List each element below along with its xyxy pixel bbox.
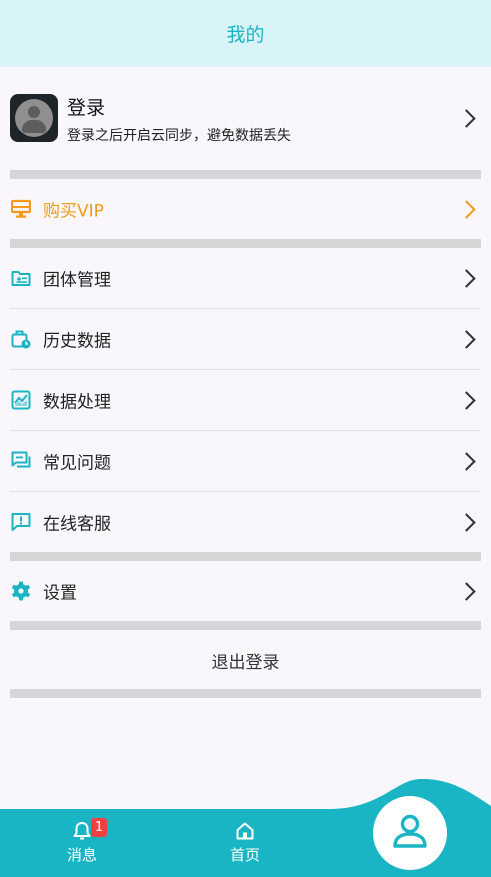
menu-item-history[interactable]: 历史数据 [0, 309, 491, 369]
login-row[interactable]: 登录 登录之后开启云同步，避免数据丢失 [0, 67, 491, 167]
tab-messages-label: 消息 [66, 846, 97, 864]
menu-item-vip[interactable]: 购买VIP [0, 179, 491, 239]
login-title: 登录 [67, 97, 106, 119]
gear-icon [12, 581, 30, 601]
user-icon [393, 814, 427, 848]
chevron-right-icon [457, 269, 476, 288]
home-icon [236, 822, 254, 840]
menu-item-processing[interactable]: 数据处理 [0, 370, 491, 430]
section-separator [10, 689, 481, 698]
menu-label-support: 在线客服 [43, 514, 111, 535]
bell-icon [73, 822, 91, 840]
chevron-right-icon [457, 582, 476, 601]
section-separator [10, 621, 481, 630]
chevron-right-icon [457, 452, 476, 471]
menu-label-vip: 购买VIP [43, 201, 104, 222]
chevron-right-icon [457, 391, 476, 410]
folder-id-icon [11, 271, 31, 286]
bottom-tab-bar: 1 消息 首页 [0, 770, 491, 877]
avatar [10, 94, 58, 142]
monitor-icon [11, 199, 31, 218]
login-subtitle: 登录之后开启云同步，避免数据丢失 [67, 128, 291, 144]
menu-label-team: 团体管理 [43, 270, 111, 291]
message-badge: 1 [91, 818, 107, 837]
chevron-right-icon [457, 109, 476, 128]
logout-button[interactable]: 退出登录 [0, 631, 491, 689]
menu-label-history: 历史数据 [43, 331, 111, 352]
menu-item-team[interactable]: 团体管理 [0, 248, 491, 308]
menu-label-faq: 常见问题 [43, 453, 111, 474]
header-bar: 我的 [0, 0, 491, 67]
menu-item-support[interactable]: 在线客服 [0, 492, 491, 552]
menu-label-processing: 数据处理 [43, 392, 111, 413]
chevron-right-icon [457, 513, 476, 532]
tab-home[interactable]: 首页 [205, 818, 285, 868]
section-separator [10, 170, 481, 179]
section-separator [10, 552, 481, 561]
chevron-right-icon [457, 330, 476, 349]
briefcase-clock-icon [11, 330, 31, 349]
chat-exclaim-icon [11, 513, 31, 531]
chat-bubbles-icon [11, 451, 31, 468]
menu-item-settings[interactable]: 设置 [0, 561, 491, 621]
page-title: 我的 [226, 24, 265, 46]
chart-icon [11, 390, 31, 410]
menu-label-settings: 设置 [43, 583, 77, 604]
section-separator [10, 239, 481, 248]
tab-home-label: 首页 [229, 846, 260, 864]
profile-tab-button[interactable] [373, 796, 447, 870]
logout-label: 退出登录 [211, 652, 280, 673]
chevron-right-icon [457, 200, 476, 219]
tab-messages[interactable]: 1 消息 [42, 818, 122, 868]
menu-item-faq[interactable]: 常见问题 [0, 431, 491, 491]
